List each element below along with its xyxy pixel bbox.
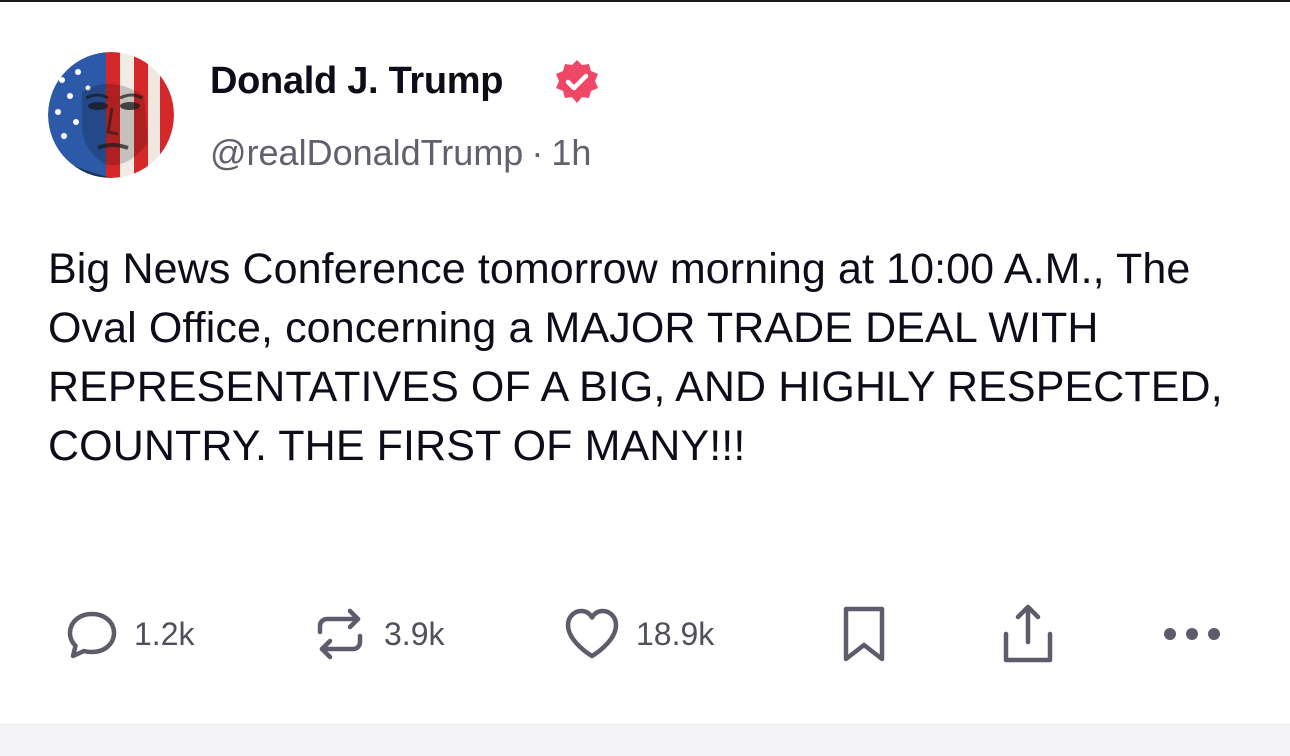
repost-arrows-icon — [317, 608, 363, 660]
bookmark-button[interactable] — [836, 602, 892, 666]
share-button[interactable] — [996, 602, 1060, 666]
avatar-image — [48, 52, 174, 178]
retruth-button[interactable]: 3.9k — [310, 602, 444, 666]
share-upload-icon — [1003, 604, 1053, 663]
ellipsis-icon — [1164, 628, 1220, 640]
avatar[interactable] — [48, 52, 174, 178]
speech-bubble-icon — [67, 611, 117, 659]
like-button[interactable]: 18.9k — [562, 602, 714, 666]
heart-icon — [565, 608, 619, 659]
post-card: Donald J. Trump @realDonaldTrump · 1h Big … — [0, 2, 1290, 724]
retruth-count: 3.9k — [384, 615, 445, 652]
meta-separator: · — [531, 132, 544, 173]
bookmark-icon — [843, 606, 885, 662]
post-meta: @realDonaldTrump · 1h — [210, 132, 591, 174]
verified-badge-icon — [553, 58, 601, 106]
display-name[interactable]: Donald J. Trump — [210, 60, 504, 103]
handle[interactable]: @realDonaldTrump — [210, 132, 523, 173]
reply-count: 1.2k — [134, 615, 195, 652]
post-text: Big News Conference tomorrow morning at … — [48, 245, 1223, 470]
more-options-button[interactable] — [1160, 602, 1224, 666]
timestamp[interactable]: 1h — [551, 132, 591, 173]
bottom-divider — [0, 724, 1290, 756]
reply-button[interactable]: 1.2k — [64, 602, 194, 666]
like-count: 18.9k — [636, 615, 715, 652]
